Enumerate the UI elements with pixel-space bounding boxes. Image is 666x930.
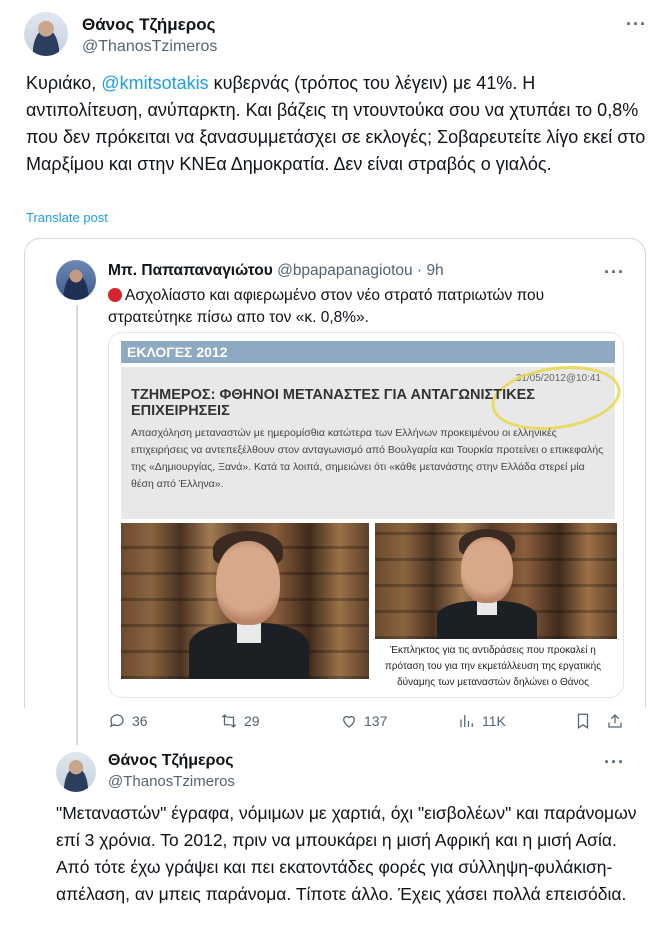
translate-post-link[interactable]: Translate post — [26, 210, 108, 225]
quoted-author-avatar[interactable] — [56, 260, 96, 300]
reply-tweet-text: "Μεταναστών" έγραφα, νόμιμων με χαρτιά, … — [56, 803, 637, 904]
share-button[interactable] — [606, 712, 624, 730]
main-author-avatar[interactable] — [24, 12, 68, 56]
reply-author-avatar[interactable] — [56, 752, 96, 792]
repost-button[interactable]: 29 — [220, 712, 260, 730]
quoted-more-dots-icon[interactable]: ··· — [604, 262, 625, 283]
red-circle-icon — [108, 288, 122, 302]
like-count: 137 — [364, 713, 388, 729]
clip-title: ΤΖΗΜΕΡΟΣ: ΦΘΗΝΟΙ ΜΕΤΑΝΑΣΤΕΣ ΓΙΑ ΑΝΤΑΓΩΝΙ… — [131, 387, 535, 419]
heart-icon — [343, 715, 355, 728]
mention-link[interactable]: @kmitsotakis — [101, 73, 208, 93]
person-figure-left — [189, 531, 309, 679]
quoted-tweet-text: Ασχολίαστο και αφιερωμένο στον νέο στρατ… — [108, 285, 628, 329]
bookmark-button[interactable] — [574, 712, 592, 730]
attached-image[interactable]: ΕΚΛΟΓΕΣ 2012 31/05/2012@10:41 ΤΖΗΜΕΡΟΣ: … — [108, 332, 624, 698]
reply-author-handle[interactable]: @ThanosTzimeros — [108, 773, 235, 790]
main-more-dots-icon[interactable]: ··· — [626, 14, 647, 35]
repost-count: 29 — [244, 713, 260, 729]
main-text-prefix: Κυριάκο, — [26, 73, 102, 93]
quoted-author-name[interactable]: Μπ. Παπαπαναγιώτου — [108, 262, 273, 279]
views-count: 11K — [482, 713, 506, 729]
person-figure-right — [437, 529, 537, 639]
thread-connector-line — [76, 305, 78, 745]
reply-count: 36 — [132, 713, 148, 729]
clip-article: 31/05/2012@10:41 ΤΖΗΜΕΡΟΣ: ΦΘΗΝΟΙ ΜΕΤΑΝΑ… — [121, 358, 623, 519]
bookmark-icon — [577, 713, 589, 729]
reply-author-name[interactable]: Θάνος Τζήμερος — [108, 752, 234, 770]
main-tweet-text: Κυριάκο, @kmitsotakis κυβερνάς (τρόπος τ… — [26, 70, 646, 178]
clip-body: Απασχόληση μεταναστών με ημερομίσθια κατ… — [131, 427, 604, 490]
main-author-name[interactable]: Θάνος Τζήμερος — [82, 15, 215, 35]
quoted-author-line: Μπ. Παπαπαναγιώτου @bpapapanagiotou · 9h — [108, 262, 444, 280]
clip-photo-caption: Έκπληκτος για τις αντιδράσεις που προκαλ… — [384, 645, 602, 688]
reply-button[interactable]: 36 — [108, 712, 148, 730]
quoted-text-body: Ασχολίαστο και αφιερωμένο στον νέο στρατ… — [108, 287, 545, 326]
quoted-action-bar: 36 29 137 11K — [108, 710, 628, 734]
main-author-handle[interactable]: @ThanosTzimeros — [82, 38, 217, 56]
quoted-time[interactable]: 9h — [426, 262, 443, 279]
clip-header: ΕΚΛΟΓΕΣ 2012 — [121, 341, 615, 363]
reply-more-dots-icon[interactable]: ··· — [604, 752, 625, 773]
views-button[interactable]: 11K — [458, 712, 506, 730]
share-icon — [608, 714, 622, 728]
views-chart-icon — [460, 715, 473, 727]
repost-icon — [221, 714, 237, 728]
quoted-author-handle[interactable]: @bpapapanagiotou — [277, 262, 413, 279]
reply-icon — [110, 714, 124, 728]
time-separator: · — [416, 262, 423, 279]
like-button[interactable]: 137 — [340, 712, 387, 730]
